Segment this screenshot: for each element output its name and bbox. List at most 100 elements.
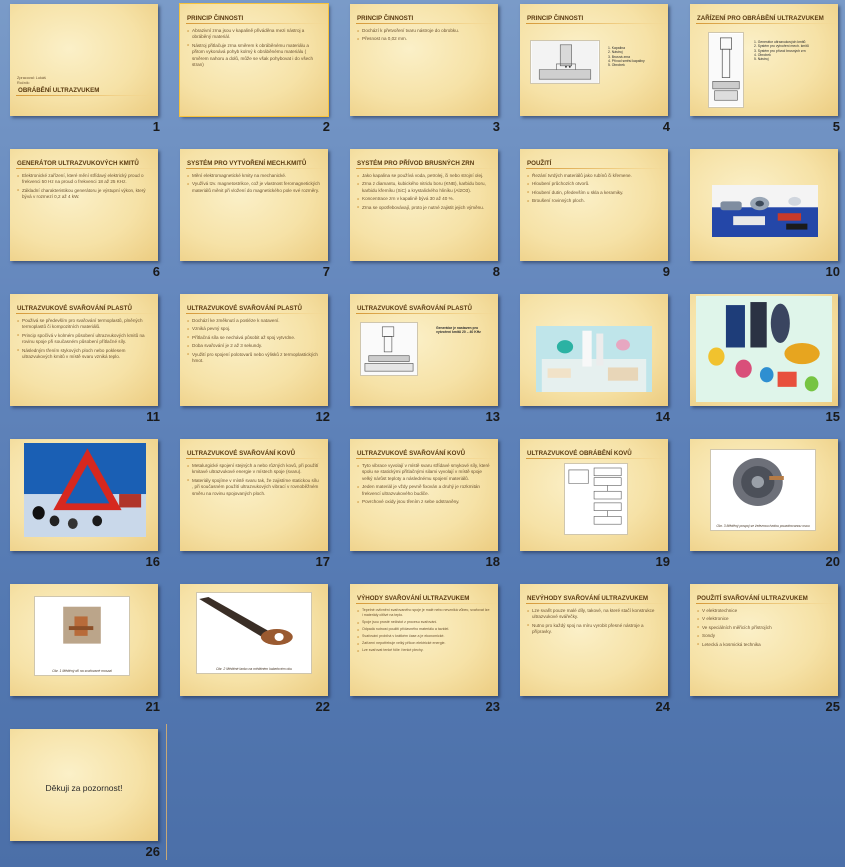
slide-title: PRINCIP ČINNOSTI <box>357 15 414 22</box>
slide-bullets: Elektronické zařízení, které mění střída… <box>17 173 151 203</box>
slide-preview[interactable]: ULTRAZVUKOVÉ SVAŘOVÁNÍ KOVŮ Metalurgické … <box>180 439 328 551</box>
title-underline <box>16 313 158 314</box>
slide-preview[interactable]: NEVÝHODY SVAŘOVÁNÍ ULTRAZVUKEM Lze svařit… <box>520 584 668 696</box>
slide-thumbnail-12[interactable]: ULTRAZVUKOVÉ SVAŘOVÁNÍ PLASTŮ Dochází ke … <box>172 290 342 435</box>
slide-photo <box>24 443 146 537</box>
slide-number: 21 <box>145 699 160 714</box>
slide-thumbnail-20[interactable]: Obr. 3 Měděný pospoj se železnou tvrdou … <box>682 435 845 580</box>
slide-thumbnail-6[interactable]: GENERÁTOR ULTRAZVUKOVÝCH KMITŮ Elektronic… <box>2 145 172 290</box>
slide-bullets: Jako kapalina se používá voda, petrolej,… <box>357 172 491 213</box>
slide-thumbnail-23[interactable]: VÝHODY SVAŘOVÁNÍ ULTRAZVUKEM Tepelné ovli… <box>342 580 512 725</box>
diagram-legend: 1. Kapalina 2. Nástroj 3. Brusná zrna 4. Př… <box>608 46 645 67</box>
slide-preview[interactable]: Děkuji za pozornost! <box>10 729 158 841</box>
slide-thumbnail-13[interactable]: ULTRAZVUKOVÉ SVAŘOVÁNÍ PLASTŮ Generátor j… <box>342 290 512 435</box>
slide-thumbnail-21[interactable]: Obr. 1 Měděný díl na svařované mosazi 21 <box>2 580 172 725</box>
slide-preview[interactable]: POUŽITÍ SVAŘOVÁNÍ ULTRAZVUKEM V elektrote… <box>690 584 838 696</box>
slide-preview[interactable]: Obr. 2 Měděné lanko na měděném kabelovém… <box>180 584 328 696</box>
slide-preview[interactable]: ULTRAZVUKOVÉ OBRÁBĚNÍ KOVŮ <box>520 439 668 551</box>
slide-preview[interactable]: VÝHODY SVAŘOVÁNÍ ULTRAZVUKEM Tepelné ovli… <box>350 584 498 696</box>
slide-thumbnail-2[interactable]: PRINCIP ČINNOSTI Abrazivní zrna jsou v ka… <box>172 0 342 145</box>
slide-preview[interactable]: PRINCIP ČINNOSTI Dochází k přetvoření tva… <box>350 4 498 116</box>
slide-preview[interactable]: Obr. 3 Měděný pospoj se železnou tvrdou … <box>690 439 838 551</box>
slide-text: Děkuji za pozornost! <box>45 783 123 793</box>
bullet-item: Abrazivní zrna jsou v kapalině přiváděna… <box>187 28 321 41</box>
bullet-item: Princip spočívá v kolmém působení ultraz… <box>17 332 151 346</box>
title-underline <box>186 313 328 314</box>
slide-number: 25 <box>825 699 840 714</box>
slide-thumbnail-11[interactable]: ULTRAZVUKOVÉ SVAŘOVÁNÍ PLASTŮ Použivá se … <box>2 290 172 435</box>
slide-number: 12 <box>315 409 330 424</box>
title-underline <box>356 458 498 459</box>
bullet-item: Tyto vibrace vyvolají v místě svaru stří… <box>357 462 491 482</box>
slide-preview[interactable]: SYSTÉM PRO PŘÍVOD BRUSNÝCH ZRN Jako kapal… <box>350 149 498 261</box>
slide-preview[interactable]: Obr. 1 Měděný díl na svařované mosazi <box>10 584 158 696</box>
slide-thumbnail-25[interactable]: POUŽITÍ SVAŘOVÁNÍ ULTRAZVUKEM V elektrote… <box>682 580 845 725</box>
slide-title: ULTRAZVUKOVÉ SVAŘOVÁNÍ KOVŮ <box>357 450 466 457</box>
slide-thumbnail-4[interactable]: PRINCIP ČINNOSTI 1. Kapalina 2. Nástroj 3. … <box>512 0 682 145</box>
slide-thumbnail-15[interactable]: 15 <box>682 290 845 435</box>
slide-bullets: Dochází k přetvoření tvaru nástroje do o… <box>357 27 491 45</box>
slide-preview[interactable]: GENERÁTOR ULTRAZVUKOVÝCH KMITŮ Elektronic… <box>10 149 158 261</box>
slide-thumbnail-10[interactable]: 10 <box>682 145 845 290</box>
slide-thumbnail-5[interactable]: ZAŘÍZENÍ PRO OBRÁBĚNÍ ULTRAZVUKEM 1. Gene… <box>682 0 845 145</box>
legend-item: 5. Obrobek <box>608 63 625 68</box>
slide-number: 15 <box>825 409 840 424</box>
slide-title: OBRÁBĚNÍ ULTRAZVUKEM <box>18 87 100 94</box>
slide-preview[interactable] <box>10 439 158 551</box>
bullet-item: Svařování probíhá v krátkém čase a je ek… <box>357 634 491 639</box>
title-underline <box>526 458 668 459</box>
slide-preview[interactable] <box>690 294 838 406</box>
slide-preview[interactable] <box>690 149 838 261</box>
slide-preview[interactable]: ULTRAZVUKOVÉ SVAŘOVÁNÍ PLASTŮ Generátor j… <box>350 294 498 406</box>
bullet-item: Hloubení dutin, především u skla a keram… <box>527 189 661 196</box>
slide-thumbnail-14[interactable]: 14 <box>512 290 682 435</box>
slide-preview[interactable]: ZAŘÍZENÍ PRO OBRÁBĚNÍ ULTRAZVUKEM 1. Gene… <box>690 4 838 116</box>
title-underline <box>16 95 158 96</box>
bullet-item: Následným třením stykových ploch nebo po… <box>17 347 151 361</box>
slide-thumbnail-16[interactable]: 16 <box>2 435 172 580</box>
slide-preview[interactable]: Zpracoval: Lukáš Ročník: OBRÁBĚNÍ ULTRAZVU… <box>10 4 158 116</box>
slide-thumbnail-24[interactable]: NEVÝHODY SVAŘOVÁNÍ ULTRAZVUKEM Lze svařit… <box>512 580 682 725</box>
slide-preview[interactable]: ULTRAZVUKOVÉ SVAŘOVÁNÍ PLASTŮ Dochází ke … <box>180 294 328 406</box>
slide-preview[interactable] <box>520 294 668 406</box>
slide-thumbnail-3[interactable]: PRINCIP ČINNOSTI Dochází k přetvoření tva… <box>342 0 512 145</box>
slide-thumbnail-22[interactable]: Obr. 2 Měděné lanko na měděném kabelovém… <box>172 580 342 725</box>
bullet-item: Tepelné ovlivnění svařovaného spoje je m… <box>357 608 491 618</box>
slide-preview[interactable]: SYSTÉM PRO VYTVOŘENÍ MECH.KMITŮ Mění elek… <box>180 149 328 261</box>
slide-number: 3 <box>492 119 500 134</box>
slide-number: 13 <box>485 409 500 424</box>
slide-number: 17 <box>315 554 330 569</box>
slide-thumbnail-8[interactable]: SYSTÉM PRO PŘÍVOD BRUSNÝCH ZRN Jako kapal… <box>342 145 512 290</box>
slide-preview[interactable]: PRINCIP ČINNOSTI 1. Kapalina 2. Nástroj 3. … <box>520 4 668 116</box>
slide-thumbnail-19[interactable]: ULTRAZVUKOVÉ OBRÁBĚNÍ KOVŮ 19 <box>512 435 682 580</box>
slide-number: 14 <box>655 409 670 424</box>
diagram-legend: 1. Generátor ultrazvukových kmitů 2. Syst… <box>754 40 809 61</box>
slide-preview[interactable]: ULTRAZVUKOVÉ SVAŘOVÁNÍ KOVŮ Tyto vibrace … <box>350 439 498 551</box>
slide-number: 5 <box>832 119 840 134</box>
slide-preview[interactable]: PRINCIP ČINNOSTI Abrazivní zrna jsou v ka… <box>179 3 329 117</box>
bullet-item: Nástroj přitlačuje zrna směrem k obráběn… <box>187 42 321 69</box>
slide-thumbnail-9[interactable]: POUŽITÍ Řezání tvrdých materiálů jako rub… <box>512 145 682 290</box>
slide-bullets: Abrazivní zrna jsou v kapalině přiváděna… <box>187 28 321 70</box>
slide-thumbnail-1[interactable]: Zpracoval: Lukáš Ročník: OBRÁBĚNÍ ULTRAZVU… <box>2 0 172 145</box>
slide-thumbnail-17[interactable]: ULTRAZVUKOVÉ SVAŘOVÁNÍ KOVŮ Metalurgické … <box>172 435 342 580</box>
bullet-item: Materiály spojíme v místě svaru tak, že … <box>187 477 321 497</box>
title-underline <box>186 168 328 169</box>
slide-thumbnail-18[interactable]: ULTRAZVUKOVÉ SVAŘOVÁNÍ KOVŮ Tyto vibrace … <box>342 435 512 580</box>
slide-bullets: Dochází ke změknutí a posléze k natavení… <box>187 317 321 366</box>
slide-number: 16 <box>145 554 160 569</box>
bullet-item: Využívá tzv. magnetostrikce, což je vlas… <box>187 181 321 194</box>
slide-title: ULTRAZVUKOVÉ SVAŘOVÁNÍ PLASTŮ <box>357 305 472 312</box>
slide-number: 23 <box>485 699 500 714</box>
bullet-item: Řezání tvrdých materiálů jako rubínů či … <box>527 172 661 179</box>
photo-image <box>197 593 311 663</box>
slide-thumbnail-7[interactable]: SYSTÉM PRO VYTVOŘENÍ MECH.KMITŮ Mění elek… <box>172 145 342 290</box>
slide-preview[interactable]: ULTRAZVUKOVÉ SVAŘOVÁNÍ PLASTŮ Použivá se … <box>10 294 158 406</box>
bullet-item: Dochází k přetvoření tvaru nástroje do o… <box>357 27 491 34</box>
slide-preview[interactable]: POUŽITÍ Řezání tvrdých materiálů jako rub… <box>520 149 668 261</box>
slide-bullets: Metalurgické spojení stejných a nebo růz… <box>187 463 321 499</box>
slide-bullets: Použivá se především pro svařování termo… <box>17 318 151 362</box>
slide-thumbnail-26[interactable]: Děkuji za pozornost! 26 <box>2 725 172 867</box>
title-underline <box>356 603 498 604</box>
bullet-item: Ve speciálních měřicích přístrojích <box>697 624 831 631</box>
